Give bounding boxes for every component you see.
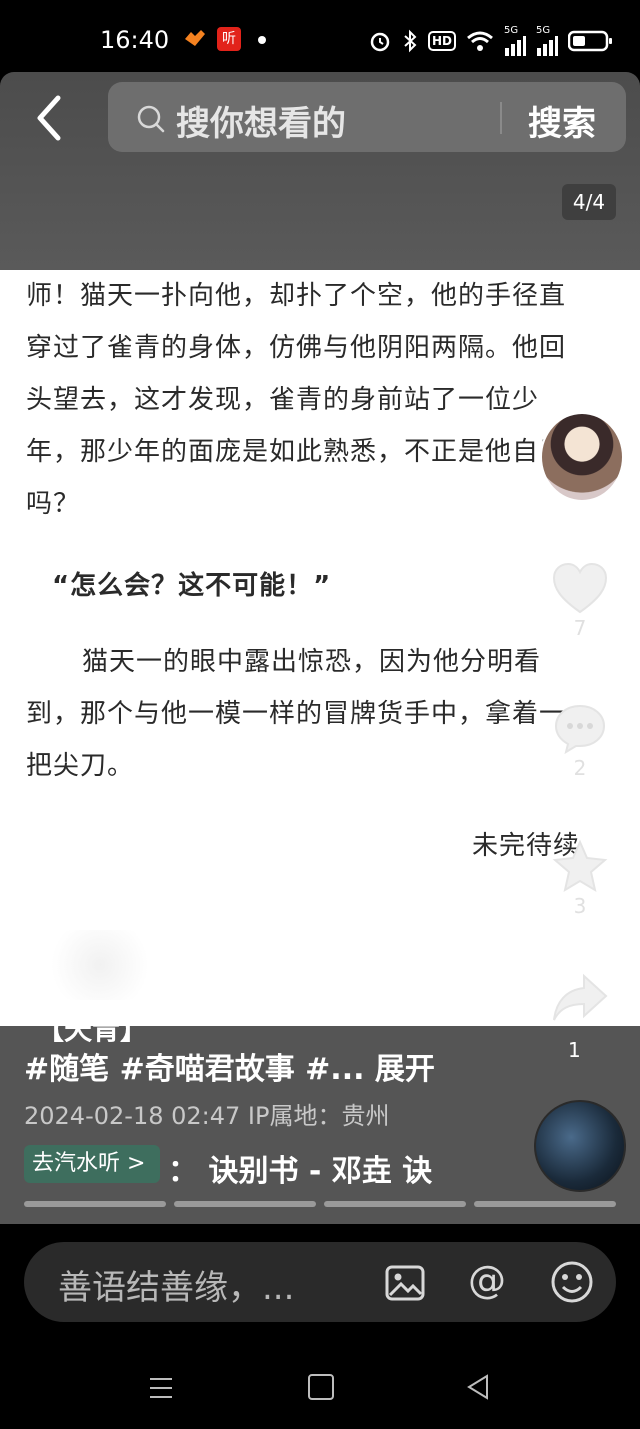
like-button[interactable]: 7 (550, 560, 610, 640)
search-input[interactable]: 搜你想看的 (176, 96, 346, 145)
page-counter: 4/4 (562, 184, 616, 220)
article-quote: “怎么会？这不可能！” (52, 571, 332, 601)
app-notification-icon (185, 30, 205, 46)
search-button[interactable]: 搜索 (528, 96, 596, 145)
progress-segment (324, 1201, 466, 1207)
alarm-icon (370, 32, 390, 52)
comment-input[interactable]: 善语结善缘，... (58, 1260, 294, 1309)
share-button[interactable] (550, 970, 610, 1026)
article-paragraph: 猫天一的眼中露出惊恐，因为他分明看到，那个与他一模一样的冒牌货手中，拿着一把尖刀… (26, 647, 567, 781)
bluetooth-icon (404, 29, 417, 53)
battery-icon (568, 30, 612, 52)
star-icon (552, 839, 608, 893)
home-icon[interactable] (308, 1374, 334, 1400)
favorite-button[interactable]: 3 (550, 838, 610, 918)
article-image[interactable]: 师！猫天一扑向他，却扑了个空，他的手径直穿过了雀青的身体，仿佛与他阴阳两隔。他回… (0, 270, 640, 1026)
status-bar: 16:40 听 HD 5G 5G (0, 0, 640, 72)
comment-count: 2 (573, 756, 587, 780)
music-disc[interactable] (534, 1100, 626, 1192)
emoji-icon[interactable] (550, 1260, 594, 1304)
signal-5g-label: 5G (504, 25, 519, 36)
like-count: 7 (573, 616, 587, 640)
status-icons: HD 5G 5G (368, 26, 614, 56)
heart-icon (552, 562, 608, 614)
search-bar[interactable]: 搜你想看的 搜索 (108, 82, 626, 152)
wifi-icon (467, 31, 493, 51)
signal-5g-icon-2: 5G (536, 26, 558, 56)
search-icon (137, 105, 165, 133)
signal-bars-icon-2 (537, 36, 558, 56)
listen-on-qishui-button[interactable]: 去汽水听 > (24, 1145, 160, 1183)
signal-bars-icon (505, 36, 526, 56)
comment-bar: 善语结善缘，... @ (24, 1242, 616, 1322)
image-icon[interactable] (384, 1262, 426, 1304)
back-icon[interactable] (30, 92, 70, 144)
comment-icon (554, 704, 606, 755)
signal-5g-icon: 5G (504, 26, 526, 56)
progress-segment (174, 1201, 316, 1207)
menu-icon[interactable] (148, 1376, 174, 1400)
post-title: 【天青】 (36, 1013, 149, 1046)
status-time: 16:40 (100, 26, 170, 54)
ghost-overlay (40, 930, 160, 1000)
nav-back-icon[interactable] (466, 1374, 490, 1400)
author-avatar[interactable] (540, 412, 624, 502)
mention-icon[interactable]: @ (468, 1258, 506, 1302)
comment-button[interactable]: 2 (550, 700, 610, 780)
system-nav-bar (0, 1340, 640, 1429)
hd-voice-icon: HD (427, 31, 456, 51)
search-divider (500, 102, 502, 134)
article-paragraph: 师！猫天一扑向他，却扑了个空，他的手径直穿过了雀青的身体，仿佛与他阴阳两隔。他回… (26, 281, 567, 519)
post-meta: 2024-02-18 02:47 IP属地：贵州 (24, 1102, 390, 1130)
progress-segment (474, 1201, 616, 1207)
share-icon (553, 973, 608, 1021)
post-tags[interactable]: #随笔 #奇喵君故事 #... 展开 (24, 1044, 435, 1088)
music-marquee[interactable]: ： 诀别书 - 邓垚 诀 (168, 1146, 466, 1190)
progress-segment (24, 1201, 166, 1207)
more-notifications-dot (258, 36, 266, 44)
share-count: 1 (568, 1038, 581, 1062)
listen-app-icon: 听 (217, 27, 241, 51)
image-progress (24, 1201, 616, 1207)
favorite-count: 3 (573, 894, 587, 918)
signal-5g-label-2: 5G (536, 25, 551, 36)
